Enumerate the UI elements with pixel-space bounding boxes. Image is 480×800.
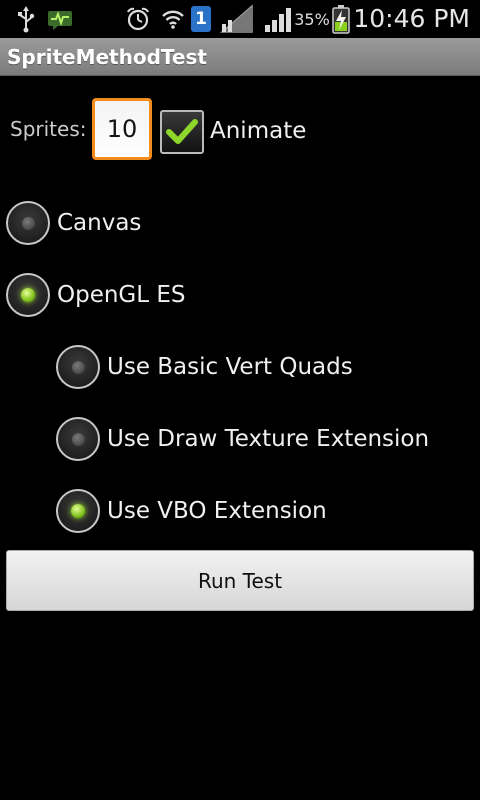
battery-charging-icon: [330, 0, 352, 38]
sim-icon: 1: [190, 0, 212, 38]
animate-label: Animate: [210, 118, 307, 144]
radio-draw-texture-extension[interactable]: [56, 417, 100, 461]
run-test-button[interactable]: Run Test: [6, 550, 474, 611]
radio-dot: [71, 432, 85, 446]
radio-canvas[interactable]: [6, 201, 50, 245]
status-bar: 1 35% 10:46 PM: [0, 0, 480, 38]
radio-vbo-extension[interactable]: [56, 489, 100, 533]
sim-number: 1: [191, 6, 211, 32]
radio-dot: [71, 360, 85, 374]
radio-canvas-label: Canvas: [57, 210, 142, 236]
title-bar: SpriteMethodTest: [0, 38, 480, 76]
radio-basic-vert-quads[interactable]: [56, 345, 100, 389]
radio-opengl-es-label: OpenGL ES: [57, 282, 186, 308]
radio-dot: [71, 504, 85, 518]
radio-basic-vert-quads-label: Use Basic Vert Quads: [107, 354, 353, 380]
radio-draw-texture-extension-label: Use Draw Texture Extension: [107, 426, 430, 452]
signal-icon: [218, 0, 256, 38]
radio-dot: [21, 288, 35, 302]
clock-time: 10:46 PM: [353, 4, 470, 33]
battery-percent: 35%: [294, 9, 330, 29]
app-title: SpriteMethodTest: [7, 45, 207, 69]
wifi-icon: [160, 0, 186, 38]
checkmark-icon: [166, 119, 198, 144]
radio-opengl-es[interactable]: [6, 273, 50, 317]
radio-vbo-extension-label: Use VBO Extension: [107, 498, 327, 524]
sprites-label: Sprites:: [10, 117, 87, 141]
pulse-app-icon: [46, 0, 74, 38]
radio-dot: [21, 216, 35, 230]
alarm-icon: [124, 0, 152, 38]
signal-icon: [262, 0, 294, 38]
app-root: 1 35% 10:46 PM SpriteMethodTest Sprites:…: [0, 0, 480, 800]
sprites-count-input[interactable]: [92, 98, 152, 160]
usb-icon: [12, 0, 40, 38]
animate-checkbox[interactable]: [160, 110, 204, 154]
